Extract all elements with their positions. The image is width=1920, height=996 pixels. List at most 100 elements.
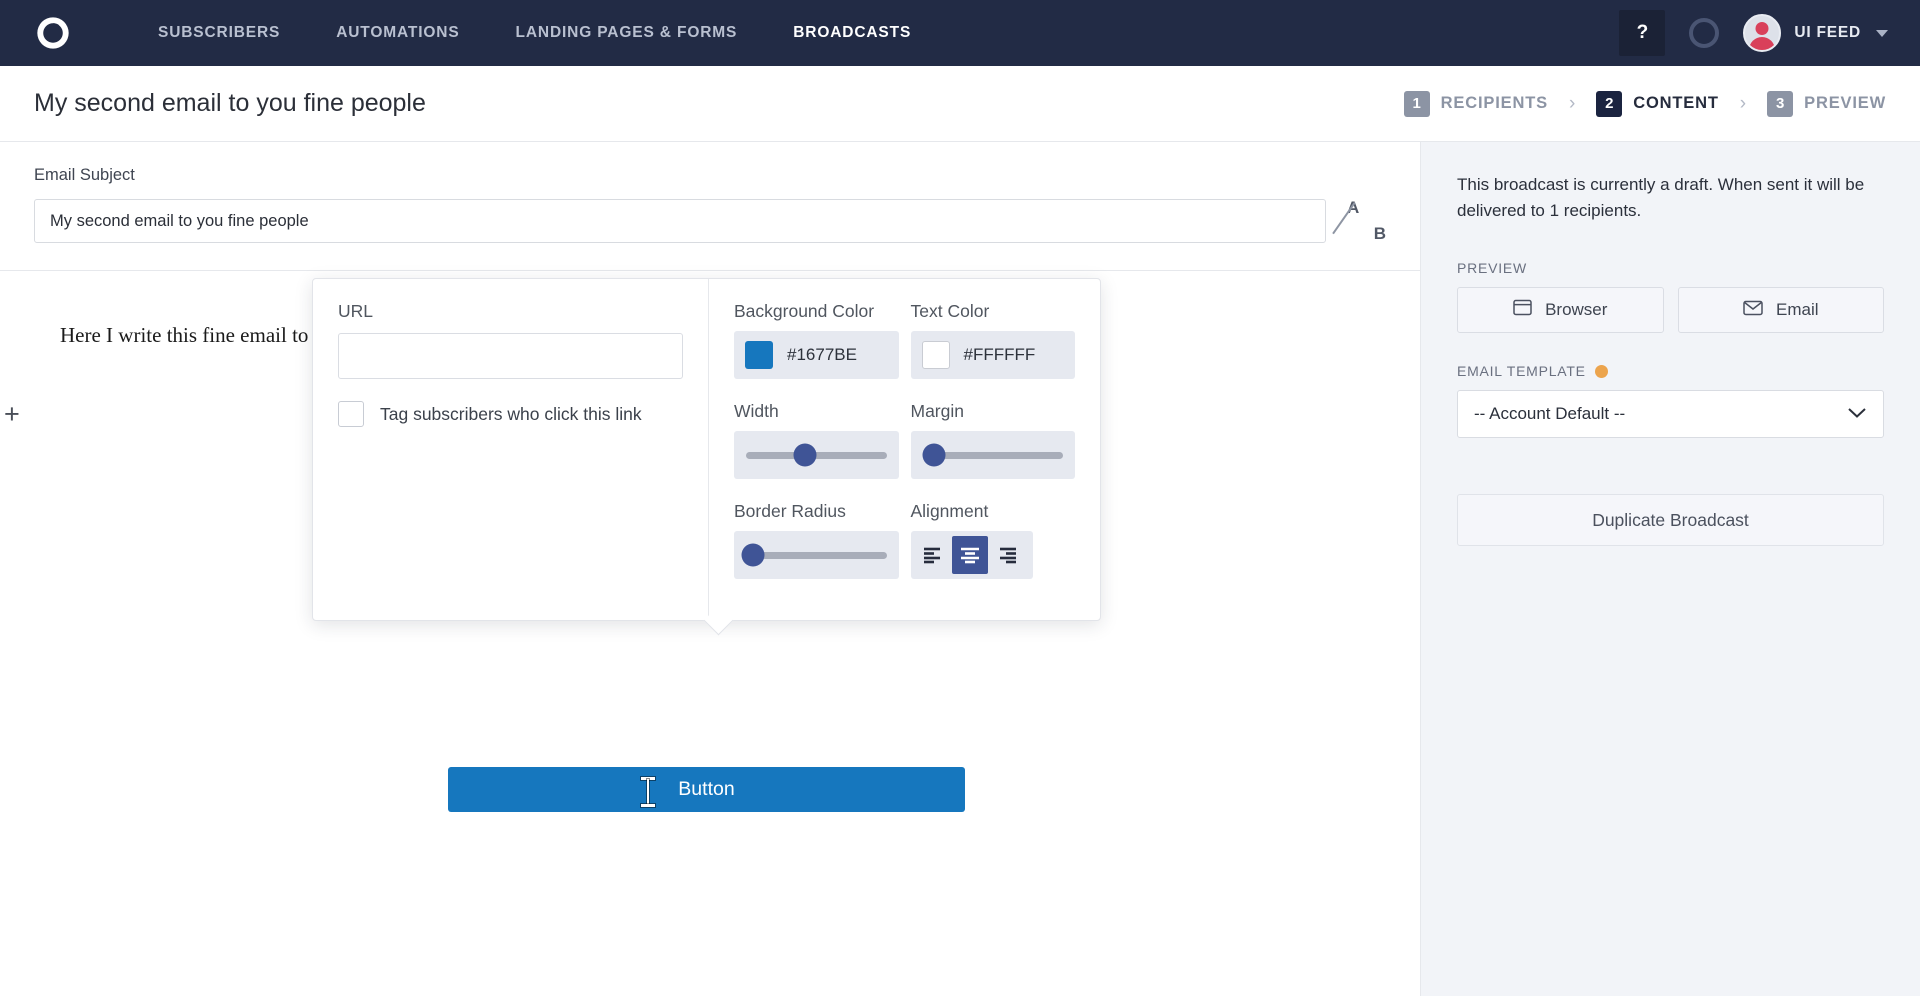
margin-slider-knob[interactable] [922, 443, 946, 467]
nav-link-automations[interactable]: AUTOMATIONS [308, 24, 487, 42]
step-preview-number: 3 [1767, 90, 1794, 117]
text-color-control: Text Color #FFFFFF [910, 301, 1075, 379]
avatar [1743, 14, 1782, 52]
nav-link-broadcasts[interactable]: BROADCASTS [765, 24, 939, 42]
email-template-select[interactable]: -- Account Default -- [1457, 390, 1884, 438]
convertkit-logo-icon[interactable] [34, 14, 72, 52]
notifications-ring-icon[interactable] [1689, 18, 1720, 48]
width-slider-track[interactable] [746, 443, 887, 467]
margin-slider-track[interactable] [922, 443, 1063, 467]
step-preview[interactable]: 3 PREVIEW [1767, 90, 1886, 117]
email-subject-input[interactable] [34, 199, 1326, 243]
email-template-label-text: EMAIL TEMPLATE [1457, 363, 1586, 379]
email-template-section-label: EMAIL TEMPLATE [1457, 363, 1884, 379]
margin-label: Margin [910, 401, 965, 421]
background-color-swatch[interactable] [745, 341, 773, 369]
chevron-down-icon [1876, 29, 1888, 37]
duplicate-broadcast-button[interactable]: Duplicate Broadcast [1457, 494, 1884, 546]
preview-section-label: PREVIEW [1457, 260, 1884, 276]
chevron-down-icon [1847, 404, 1867, 424]
align-center-icon[interactable] [951, 536, 988, 574]
help-button[interactable]: ? [1619, 10, 1666, 56]
preview-browser-button[interactable]: Browser [1457, 287, 1664, 333]
popover-style-section: Background Color #1677BE Text Color #FFF… [709, 279, 1100, 620]
text-color-value: #FFFFFF [963, 345, 1036, 364]
email-template-selected-value: -- Account Default -- [1474, 404, 1626, 423]
step-content-number: 2 [1596, 90, 1623, 117]
nav-link-subscribers[interactable]: SUBSCRIBERS [130, 24, 308, 42]
preview-buttons-group: Browser Email [1457, 287, 1884, 333]
avatar-body [1749, 37, 1776, 50]
border-radius-slider-knob[interactable] [741, 543, 765, 567]
border-radius-control: Border Radius [734, 501, 899, 579]
step-separator-icon: › [1568, 92, 1576, 114]
url-label: URL [338, 301, 374, 321]
width-control: Width [734, 401, 899, 479]
username-label: UI FEED [1794, 24, 1861, 41]
step-preview-label: PREVIEW [1804, 94, 1886, 112]
border-radius-label: Border Radius [734, 501, 846, 521]
alignment-label: Alignment [910, 501, 989, 521]
step-recipients-label: RECIPIENTS [1440, 94, 1548, 112]
ab-test-icon[interactable]: A B [1332, 198, 1386, 244]
email-subject-label: Email Subject [34, 166, 135, 184]
text-color-swatch[interactable] [921, 341, 950, 369]
preview-email-button[interactable]: Email [1677, 287, 1884, 333]
text-color-label: Text Color [910, 301, 990, 321]
border-radius-slider[interactable] [734, 531, 899, 579]
width-label: Width [734, 401, 779, 421]
style-controls-grid: Background Color #1677BE Text Color #FFF… [734, 301, 1075, 601]
email-subject-block: Email Subject A B [0, 142, 1420, 271]
email-editor-pane: Email Subject A B Here I write this fine… [0, 142, 1421, 996]
ab-test-slash [1332, 202, 1356, 235]
page-title-bar: My second email to you fine people 1 REC… [0, 66, 1920, 142]
background-color-label: Background Color [734, 301, 875, 321]
step-separator-icon: › [1739, 92, 1747, 114]
email-cta-button[interactable]: Button [448, 767, 965, 812]
step-content[interactable]: 2 CONTENT [1596, 90, 1719, 117]
step-content-label: CONTENT [1633, 94, 1719, 112]
tag-subscribers-checkbox[interactable] [338, 401, 364, 427]
main-nav-links: SUBSCRIBERS AUTOMATIONS LANDING PAGES & … [130, 24, 939, 42]
width-slider[interactable] [734, 431, 899, 479]
top-navigation-bar: SUBSCRIBERS AUTOMATIONS LANDING PAGES & … [0, 0, 1920, 66]
envelope-icon [1743, 300, 1763, 321]
main-content-area: Email Subject A B Here I write this fine… [0, 142, 1920, 996]
right-sidebar: This broadcast is currently a draft. Whe… [1421, 142, 1920, 996]
step-recipients-number: 1 [1403, 90, 1430, 117]
align-left-icon[interactable] [916, 536, 952, 574]
avatar-head [1755, 22, 1769, 35]
tag-subscribers-row[interactable]: Tag subscribers who click this link [338, 401, 683, 427]
url-input[interactable] [338, 333, 683, 379]
preview-label-text: PREVIEW [1457, 260, 1527, 276]
alignment-button-group [910, 531, 1033, 579]
draft-status-note: This broadcast is currently a draft. Whe… [1457, 175, 1865, 220]
preview-browser-label: Browser [1545, 300, 1608, 319]
ab-test-b-label: B [1373, 224, 1386, 243]
step-recipients[interactable]: 1 RECIPIENTS [1403, 90, 1548, 117]
border-radius-slider-track[interactable] [741, 543, 887, 567]
nav-right-cluster: ? UI FEED [1619, 10, 1894, 56]
email-subject-row: A B [34, 198, 1386, 244]
preview-email-label: Email [1775, 300, 1819, 319]
browser-window-icon [1513, 299, 1532, 321]
text-color-picker[interactable]: #FFFFFF [910, 331, 1075, 379]
page-title: My second email to you fine people [34, 89, 426, 117]
user-menu[interactable]: UI FEED [1743, 14, 1894, 52]
tag-subscribers-label: Tag subscribers who click this link [380, 403, 642, 424]
popover-url-section: URL Tag subscribers who click this link [313, 279, 709, 620]
email-body-paragraph[interactable]: Here I write this fine email to you [60, 323, 345, 348]
alignment-control: Alignment [910, 501, 1076, 579]
align-right-icon[interactable] [988, 536, 1024, 574]
email-template-status-dot [1594, 364, 1608, 378]
button-settings-popover: URL Tag subscribers who click this link … [312, 278, 1101, 621]
margin-slider[interactable] [910, 431, 1075, 479]
step-progress: 1 RECIPIENTS › 2 CONTENT › 3 PREVIEW [1403, 90, 1886, 117]
nav-link-landing-pages-forms[interactable]: LANDING PAGES & FORMS [488, 24, 766, 42]
add-block-icon[interactable]: + [4, 401, 28, 428]
margin-control: Margin [910, 401, 1075, 479]
width-slider-knob[interactable] [793, 443, 817, 467]
background-color-picker[interactable]: #1677BE [734, 331, 899, 379]
background-color-value: #1677BE [787, 345, 857, 364]
background-color-control: Background Color #1677BE [734, 301, 899, 379]
